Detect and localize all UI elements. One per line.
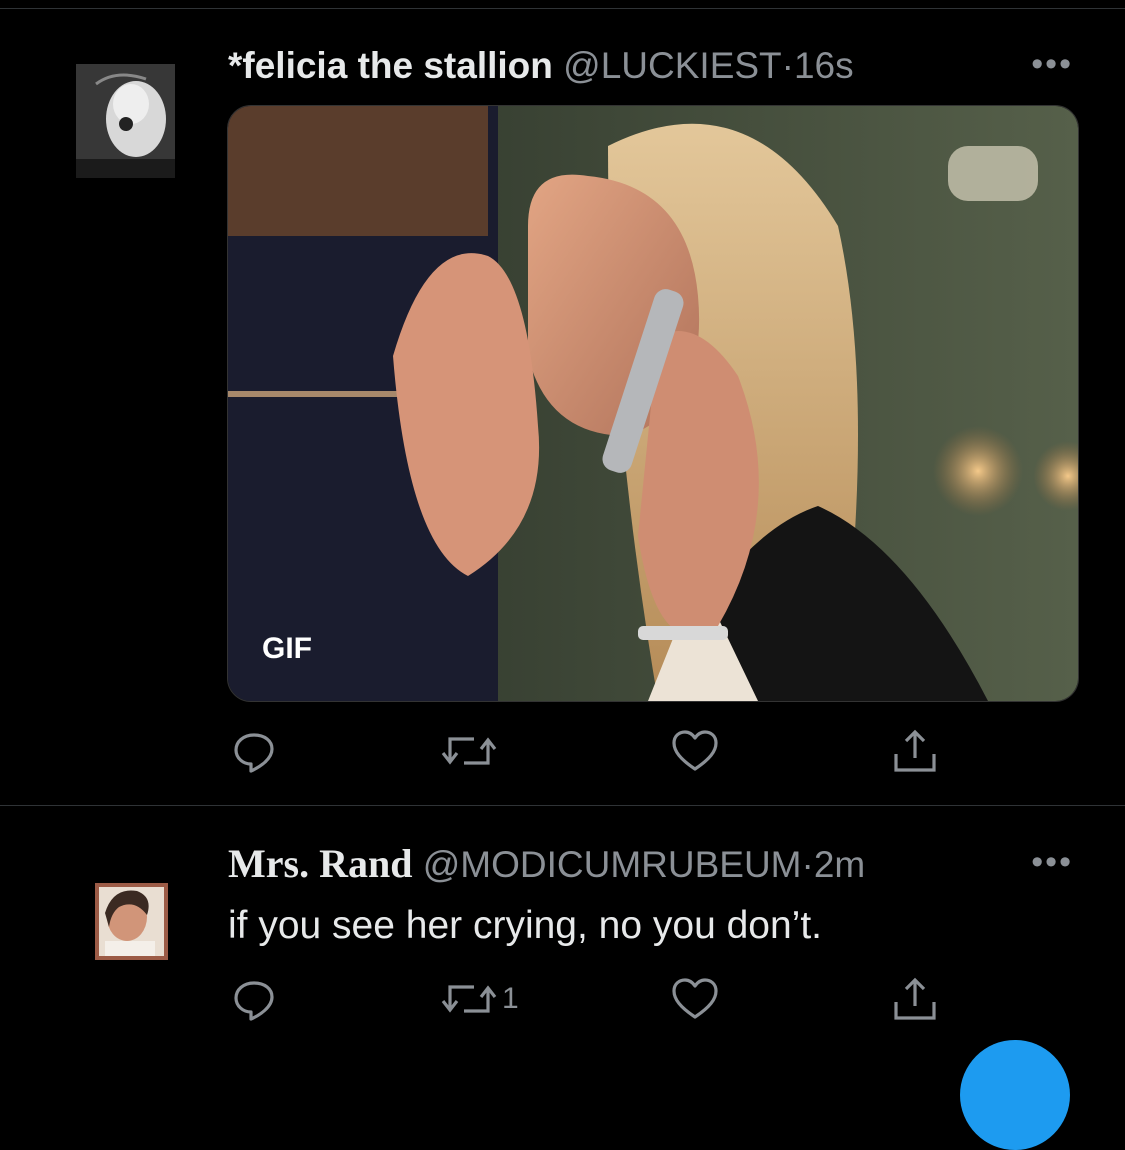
more-icon[interactable]: •••	[1031, 47, 1073, 81]
like-icon	[672, 730, 718, 771]
timestamp[interactable]: 16s	[794, 45, 854, 86]
timestamp[interactable]: 2m	[814, 844, 865, 885]
retweet-icon	[441, 985, 497, 1013]
avatar[interactable]	[95, 883, 168, 960]
compose-button[interactable]	[960, 1040, 1070, 1150]
gif-media[interactable]	[227, 105, 1079, 702]
handle[interactable]: @MODICUMRUBEUM	[423, 844, 802, 885]
share-button[interactable]	[890, 726, 940, 776]
tweet-text: if you see her crying, no you don’t.	[228, 904, 823, 947]
like-button[interactable]	[670, 974, 720, 1024]
tweet-header: Mrs. Rand @MODICUMRUBEUM·2m	[228, 842, 865, 887]
share-icon	[894, 729, 936, 772]
share-icon	[894, 977, 936, 1020]
avatar[interactable]	[76, 64, 175, 178]
retweet-count: 1	[502, 982, 519, 1015]
separator: ·	[801, 844, 814, 885]
retweet-button[interactable]: 1	[440, 974, 519, 1024]
tweet[interactable]: Mrs. Rand @MODICUMRUBEUM·2m ••• if you s…	[0, 806, 1125, 1053]
more-icon[interactable]: •••	[1031, 845, 1073, 879]
handle[interactable]: @LUCKIEST	[563, 45, 782, 86]
retweet-icon	[441, 737, 497, 765]
reply-button[interactable]	[230, 974, 278, 1024]
tweet-actions	[0, 726, 1125, 776]
like-button[interactable]	[670, 726, 720, 776]
gif-badge: GIF	[262, 632, 312, 665]
reply-icon	[234, 733, 274, 773]
tweet-actions: 1	[0, 974, 1125, 1024]
retweet-button[interactable]	[440, 726, 502, 776]
tweet-header: *felicia the stallion @LUCKIEST·16s	[228, 44, 854, 88]
share-button[interactable]	[890, 974, 940, 1024]
like-icon	[672, 978, 718, 1019]
display-name[interactable]: Mrs. Rand	[228, 841, 412, 886]
tweet[interactable]: *felicia the stallion @LUCKIEST·16s •••	[0, 0, 1125, 805]
reply-button[interactable]	[230, 726, 278, 776]
display-name[interactable]: *felicia the stallion	[228, 45, 553, 86]
reply-icon	[234, 981, 274, 1021]
separator: ·	[781, 45, 794, 86]
